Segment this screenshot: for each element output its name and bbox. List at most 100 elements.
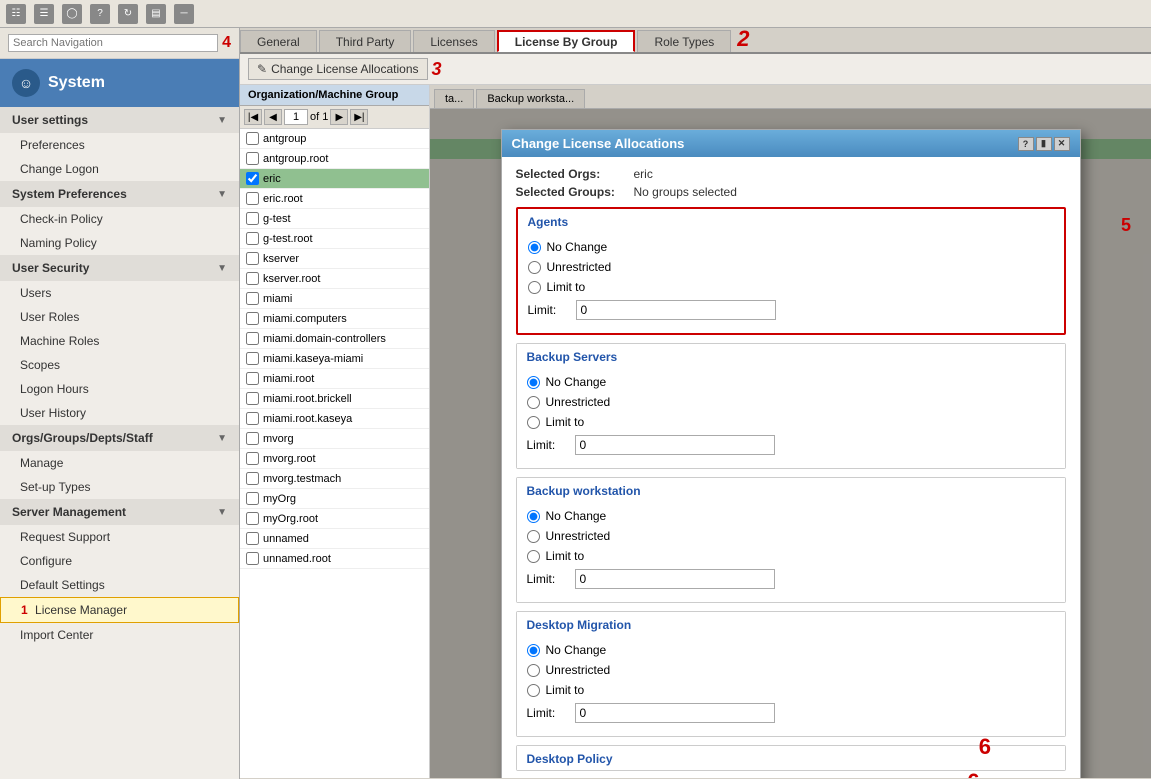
modal-close-button[interactable]: ✕ bbox=[1054, 137, 1070, 151]
graph-icon[interactable]: ▤ bbox=[146, 4, 166, 24]
sidebar-item-default-settings[interactable]: Default Settings bbox=[0, 573, 239, 597]
sidebar-item-change-logon[interactable]: Change Logon bbox=[0, 157, 239, 181]
org-checkbox-miami[interactable] bbox=[246, 292, 259, 305]
bw-unrestricted-radio[interactable] bbox=[527, 530, 540, 543]
org-checkbox-myorg[interactable] bbox=[246, 492, 259, 505]
menu-icon[interactable]: ─ bbox=[174, 4, 194, 24]
question-icon[interactable]: ? bbox=[90, 4, 110, 24]
org-checkbox-miami-root[interactable] bbox=[246, 372, 259, 385]
org-row-kserver-root[interactable]: kserver.root bbox=[240, 269, 429, 289]
prev-page-button[interactable]: ◀ bbox=[264, 109, 282, 125]
org-row-kserver[interactable]: kserver bbox=[240, 249, 429, 269]
org-checkbox-antgroup-root[interactable] bbox=[246, 152, 259, 165]
sidebar-item-users[interactable]: Users bbox=[0, 281, 239, 305]
sidebar-item-logon-hours[interactable]: Logon Hours bbox=[0, 377, 239, 401]
sidebar-item-scopes[interactable]: Scopes bbox=[0, 353, 239, 377]
org-row-unnamed-root[interactable]: unnamed.root bbox=[240, 549, 429, 569]
org-row-antgroup[interactable]: antgroup bbox=[240, 129, 429, 149]
sidebar-item-naming-policy[interactable]: Naming Policy bbox=[0, 231, 239, 255]
tab-license-by-group[interactable]: License By Group bbox=[497, 30, 636, 52]
org-checkbox-mvorg-root[interactable] bbox=[246, 452, 259, 465]
agents-no-change-radio[interactable] bbox=[528, 241, 541, 254]
tab-third-party[interactable]: Third Party bbox=[319, 30, 412, 52]
change-license-allocations-button[interactable]: ✎ Change License Allocations bbox=[248, 58, 428, 80]
org-row-eric[interactable]: eric bbox=[240, 169, 429, 189]
sidebar-section-orgs-groups[interactable]: Orgs/Groups/Depts/Staff ▼ bbox=[0, 425, 239, 451]
org-row-antgroup-root[interactable]: antgroup.root bbox=[240, 149, 429, 169]
org-checkbox-mvorg[interactable] bbox=[246, 432, 259, 445]
circle-icon[interactable]: ◯ bbox=[62, 4, 82, 24]
bw-limit-input[interactable] bbox=[575, 569, 775, 589]
org-row-miami-root-brickell[interactable]: miami.root.brickell bbox=[240, 389, 429, 409]
sidebar-item-configure[interactable]: Configure bbox=[0, 549, 239, 573]
org-checkbox-mvorg-testmach[interactable] bbox=[246, 472, 259, 485]
org-checkbox-kserver-root[interactable] bbox=[246, 272, 259, 285]
search-input[interactable] bbox=[8, 34, 218, 52]
list-icon[interactable]: ☰ bbox=[34, 4, 54, 24]
org-checkbox-miami-root-brickell[interactable] bbox=[246, 392, 259, 405]
sidebar-item-user-roles[interactable]: User Roles bbox=[0, 305, 239, 329]
org-checkbox-unnamed[interactable] bbox=[246, 532, 259, 545]
sidebar-section-user-settings[interactable]: User settings ▼ bbox=[0, 107, 239, 133]
sidebar-item-import-center[interactable]: Import Center bbox=[0, 623, 239, 647]
modal-minimize-button[interactable]: ▮ bbox=[1036, 137, 1052, 151]
org-row-miami-domain-controllers[interactable]: miami.domain-controllers bbox=[240, 329, 429, 349]
org-checkbox-miami-computers[interactable] bbox=[246, 312, 259, 325]
page-number-input[interactable] bbox=[284, 109, 308, 125]
org-row-miami-root-kaseya[interactable]: miami.root.kaseya bbox=[240, 409, 429, 429]
org-row-miami-computers[interactable]: miami.computers bbox=[240, 309, 429, 329]
dm-no-change-radio[interactable] bbox=[527, 644, 540, 657]
bs-limit-input[interactable] bbox=[575, 435, 775, 455]
org-row-g-test[interactable]: g-test bbox=[240, 209, 429, 229]
tab-general[interactable]: General bbox=[240, 30, 317, 52]
first-page-button[interactable]: |◀ bbox=[244, 109, 262, 125]
sidebar-item-set-up-types[interactable]: Set-up Types bbox=[0, 475, 239, 499]
agents-limit-to-radio[interactable] bbox=[528, 281, 541, 294]
grid-icon[interactable]: ☷ bbox=[6, 4, 26, 24]
dm-limit-input[interactable] bbox=[575, 703, 775, 723]
org-row-miami-kaseya-miami[interactable]: miami.kaseya-miami bbox=[240, 349, 429, 369]
org-row-g-test-root[interactable]: g-test.root bbox=[240, 229, 429, 249]
sidebar-item-machine-roles[interactable]: Machine Roles bbox=[0, 329, 239, 353]
bs-no-change-radio[interactable] bbox=[527, 376, 540, 389]
right-tab-ta[interactable]: ta... bbox=[434, 89, 474, 108]
org-checkbox-eric-root[interactable] bbox=[246, 192, 259, 205]
org-row-miami-root[interactable]: miami.root bbox=[240, 369, 429, 389]
sidebar-item-request-support[interactable]: Request Support bbox=[0, 525, 239, 549]
right-tab-backup-workstation[interactable]: Backup worksta... bbox=[476, 89, 585, 108]
org-checkbox-eric[interactable] bbox=[246, 172, 259, 185]
org-checkbox-unnamed-root[interactable] bbox=[246, 552, 259, 565]
org-checkbox-miami-domain-controllers[interactable] bbox=[246, 332, 259, 345]
org-row-miami[interactable]: miami bbox=[240, 289, 429, 309]
last-page-button[interactable]: ▶| bbox=[350, 109, 368, 125]
org-checkbox-miami-root-kaseya[interactable] bbox=[246, 412, 259, 425]
org-row-mvorg-testmach[interactable]: mvorg.testmach bbox=[240, 469, 429, 489]
dm-limit-to-radio[interactable] bbox=[527, 684, 540, 697]
modal-help-button[interactable]: ? bbox=[1018, 137, 1034, 151]
refresh-icon[interactable]: ↻ bbox=[118, 4, 138, 24]
org-checkbox-g-test[interactable] bbox=[246, 212, 259, 225]
sidebar-section-user-security[interactable]: User Security ▼ bbox=[0, 255, 239, 281]
org-checkbox-miami-kaseya-miami[interactable] bbox=[246, 352, 259, 365]
sidebar-item-manage[interactable]: Manage bbox=[0, 451, 239, 475]
org-row-eric-root[interactable]: eric.root bbox=[240, 189, 429, 209]
sidebar-item-preferences[interactable]: Preferences bbox=[0, 133, 239, 157]
org-row-mvorg-root[interactable]: mvorg.root bbox=[240, 449, 429, 469]
sidebar-item-license-manager[interactable]: 1 License Manager bbox=[0, 597, 239, 623]
org-row-mvorg[interactable]: mvorg bbox=[240, 429, 429, 449]
sidebar-item-check-in-policy[interactable]: Check-in Policy bbox=[0, 207, 239, 231]
org-checkbox-myorg-root[interactable] bbox=[246, 512, 259, 525]
bw-no-change-radio[interactable] bbox=[527, 510, 540, 523]
bs-unrestricted-radio[interactable] bbox=[527, 396, 540, 409]
tab-role-types[interactable]: Role Types bbox=[637, 30, 731, 52]
dm-unrestricted-radio[interactable] bbox=[527, 664, 540, 677]
org-checkbox-kserver[interactable] bbox=[246, 252, 259, 265]
tab-licenses[interactable]: Licenses bbox=[413, 30, 494, 52]
org-checkbox-antgroup[interactable] bbox=[246, 132, 259, 145]
sidebar-item-user-history[interactable]: User History bbox=[0, 401, 239, 425]
sidebar-section-system-preferences[interactable]: System Preferences ▼ bbox=[0, 181, 239, 207]
bw-limit-to-radio[interactable] bbox=[527, 550, 540, 563]
org-row-myorg[interactable]: myOrg bbox=[240, 489, 429, 509]
org-row-myorg-root[interactable]: myOrg.root bbox=[240, 509, 429, 529]
bs-limit-to-radio[interactable] bbox=[527, 416, 540, 429]
